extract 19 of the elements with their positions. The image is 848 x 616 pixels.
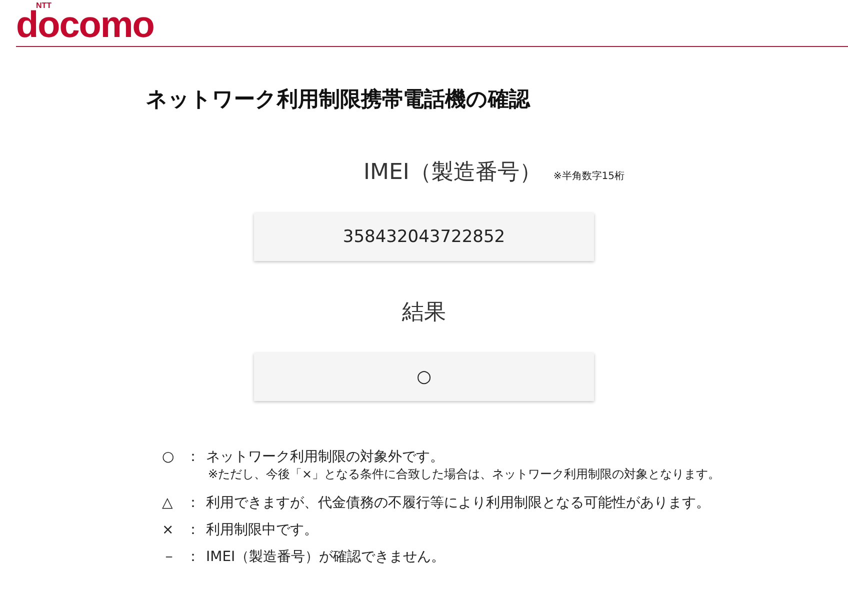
- imei-label: IMEI（製造番号）: [364, 159, 542, 187]
- legend-colon: ：: [185, 494, 201, 512]
- legend-text: 利用できますが、代金債務の不履行等により利用制限となる可能性があります。: [206, 494, 710, 512]
- imei-value-box: 358432043722852: [254, 213, 594, 261]
- legend-colon: ：: [185, 448, 201, 466]
- legend-symbol: －: [162, 548, 177, 566]
- legend-colon: ：: [185, 548, 201, 566]
- imei-hint: ※半角数字15桁: [553, 170, 624, 183]
- legend-symbol: △: [162, 494, 174, 510]
- legend-text: 利用制限中です。: [206, 520, 318, 538]
- legend-symbol: ×: [162, 522, 175, 538]
- legend-text: IMEI（製造番号）が確認できません。: [206, 548, 446, 566]
- legend-note: ※ただし、今後「×」となる条件に合致した場合は、ネットワーク利用制限の対象となります。: [208, 466, 720, 483]
- legend-colon: ：: [185, 520, 201, 538]
- result-value-box: ○: [254, 353, 594, 401]
- page-title: ネットワーク利用制限携帯電話機の確認: [146, 86, 530, 113]
- result-label: 結果: [402, 299, 446, 327]
- legend-text: ネットワーク利用制限の対象外です。: [206, 448, 444, 466]
- legend-symbol: ○: [162, 448, 176, 464]
